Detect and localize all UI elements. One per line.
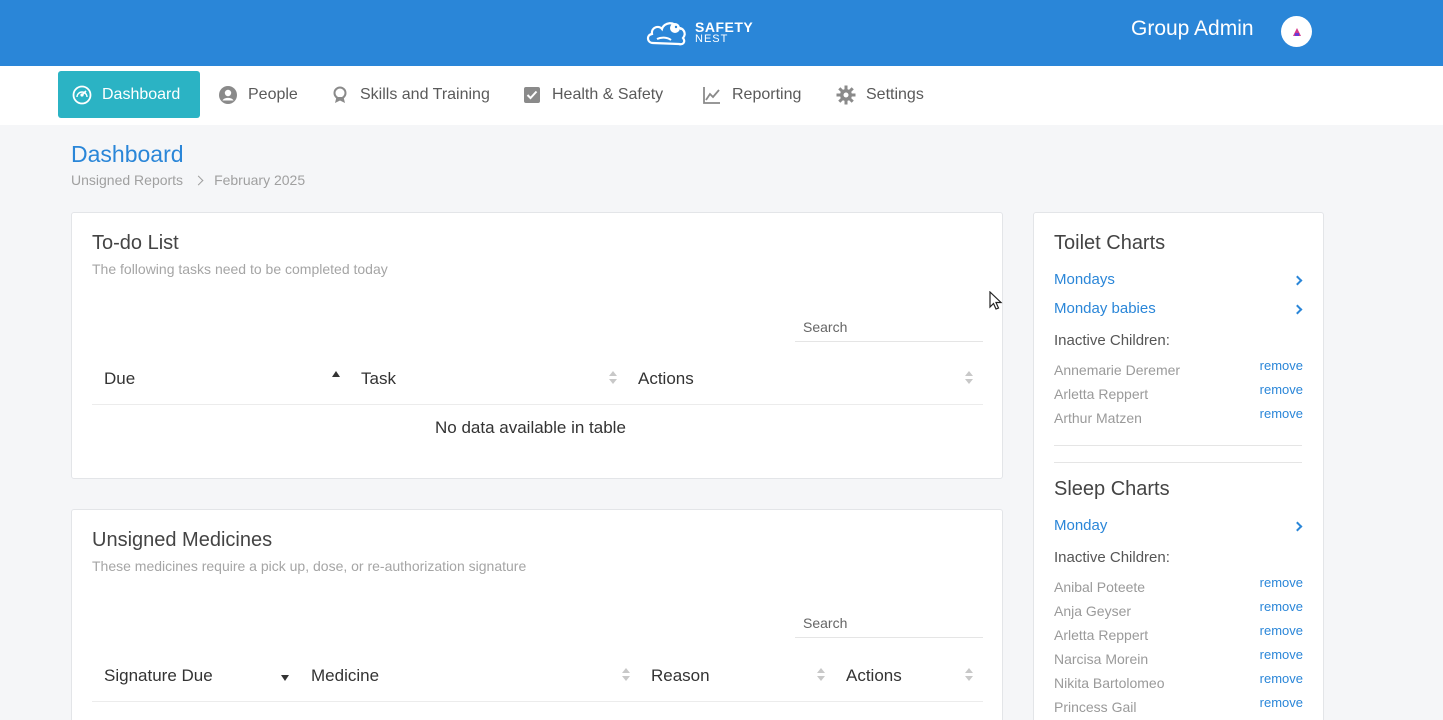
page-title: Dashboard [71,141,184,167]
safety-nest-logo[interactable]: SAFETY NEST [645,14,755,52]
line-chart-icon [703,86,720,104]
unsigned-medicines-card: Unsigned Medicines These medicines requi… [71,509,1003,720]
chevron-right-icon[interactable] [1292,521,1303,532]
remove-child-link[interactable]: remove [1260,599,1303,614]
remove-child-link[interactable]: remove [1260,671,1303,686]
nav-health-safety[interactable]: Health & Safety [508,71,677,118]
sort-icon[interactable] [817,668,825,682]
column-header-due[interactable]: Due [104,369,135,389]
remove-child-link[interactable]: remove [1260,695,1303,710]
sort-icon[interactable] [965,668,973,682]
dashboard-gauge-icon [72,85,92,104]
column-header-medicine[interactable]: Medicine [311,666,379,686]
avatar-image-icon [1292,27,1301,36]
breadcrumb-item-month: February 2025 [214,172,306,188]
section-divider [1054,462,1302,463]
toilet-chart-link-mondays[interactable]: Mondays [1054,271,1115,288]
medicines-title: Unsigned Medicines [92,529,273,551]
inactive-child-name: Anibal Poteete [1054,579,1146,595]
inactive-child-name: Arletta Reppert [1054,386,1149,402]
remove-child-link[interactable]: remove [1260,623,1303,638]
sleep-inactive-label: Inactive Children: [1054,549,1170,566]
section-divider [1054,445,1302,446]
remove-child-link[interactable]: remove [1260,575,1303,590]
logo-text-safety: SAFETY [695,19,754,35]
sort-asc-icon[interactable] [332,369,340,383]
sleep-chart-link-monday[interactable]: Monday [1054,517,1107,534]
sort-icon[interactable] [609,371,617,385]
chevron-right-icon[interactable] [1292,304,1303,315]
inactive-child-name: Annemarie Deremer [1054,362,1181,378]
nav-people[interactable]: People [204,71,312,118]
column-header-task[interactable]: Task [361,369,396,389]
nav-dashboard[interactable]: Dashboard [58,71,200,118]
column-header-actions[interactable]: Actions [846,666,902,686]
sort-icon[interactable] [965,371,973,385]
todo-search-input[interactable]: Search [795,312,983,342]
medicines-search-input[interactable]: Search [795,608,983,638]
inactive-child-name: Narcisa Morein [1054,651,1149,667]
nav-dashboard-label: Dashboard [102,85,181,103]
todo-title: To-do List [92,232,179,254]
column-header-actions[interactable]: Actions [638,369,694,389]
gear-icon [836,85,856,104]
breadcrumb-item-unsigned-reports[interactable]: Unsigned Reports [71,172,183,188]
chevron-right-icon [193,175,204,185]
nav-settings[interactable]: Settings [822,71,938,118]
mouse-cursor-icon [989,291,1003,310]
nav-reporting[interactable]: Reporting [688,71,815,118]
sleep-charts-title: Sleep Charts [1054,478,1170,500]
todo-card: To-do List The following tasks need to b… [71,212,1003,479]
remove-child-link[interactable]: remove [1260,406,1303,421]
checkbox-icon [524,86,540,103]
column-header-signature-due[interactable]: Signature Due [104,666,213,686]
table-divider [92,404,983,405]
top-bar: SAFETY NEST Group Admin [0,0,1443,66]
empty-table-message: No data available in table [435,418,626,437]
remove-child-link[interactable]: remove [1260,382,1303,397]
sort-desc-icon[interactable] [281,670,289,684]
inactive-child-name: Nikita Bartolomeo [1054,675,1165,691]
inactive-child-name: Arletta Reppert [1054,627,1149,643]
avatar[interactable] [1281,16,1312,47]
person-circle-icon [219,85,237,104]
cloud-bird-logo-icon [646,22,686,46]
charts-panel: Toilet Charts Mondays Monday babies Inac… [1033,212,1324,720]
nav-skills-training-label: Skills and Training [360,85,490,103]
remove-child-link[interactable]: remove [1260,647,1303,662]
inactive-child-name: Princess Gail [1054,699,1137,715]
main-nav: Dashboard People Skills and Training Hea… [0,66,1443,125]
todo-subtitle: The following tasks need to be completed… [92,261,388,277]
column-header-reason[interactable]: Reason [651,666,710,686]
remove-child-link[interactable]: remove [1260,358,1303,373]
user-role-label[interactable]: Group Admin [1131,17,1254,41]
nav-people-label: People [248,85,298,103]
chevron-right-icon[interactable] [1292,275,1303,286]
nav-health-safety-label: Health & Safety [552,85,664,103]
award-ribbon-icon [333,86,347,103]
table-divider [92,701,983,702]
nav-settings-label: Settings [866,85,924,103]
nav-reporting-label: Reporting [732,85,802,103]
medicines-subtitle: These medicines require a pick up, dose,… [92,558,527,574]
sort-icon[interactable] [622,668,630,682]
inactive-child-name: Anja Geyser [1054,603,1132,619]
nav-skills-training[interactable]: Skills and Training [316,71,504,118]
inactive-child-name: Arthur Matzen [1054,410,1142,426]
toilet-chart-link-monday-babies[interactable]: Monday babies [1054,300,1156,317]
toilet-inactive-label: Inactive Children: [1054,332,1170,349]
toilet-charts-title: Toilet Charts [1054,232,1166,254]
breadcrumb: Unsigned Reports February 2025 [71,172,305,188]
